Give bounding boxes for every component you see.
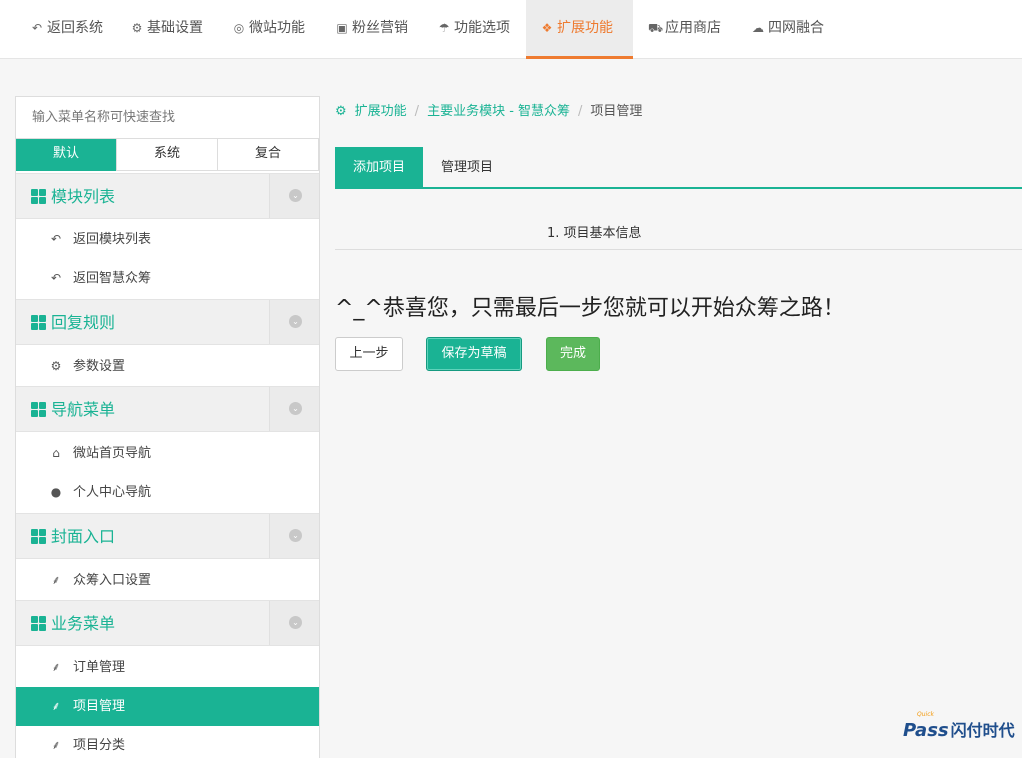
sidebar-item-parameter-settings[interactable]: ⚙ 参数设置: [16, 347, 319, 386]
save-draft-button[interactable]: 保存为草稿: [426, 337, 522, 371]
gear-icon: ⚙: [50, 359, 62, 373]
breadcrumb-current: 项目管理: [590, 104, 643, 119]
sidebar-item-project-management[interactable]: ⸙ 项目管理: [16, 687, 319, 726]
chevron-down-icon: ⌄: [289, 315, 302, 328]
group-label: 模块列表: [51, 187, 116, 206]
filter-tab-system[interactable]: 系统: [116, 139, 218, 171]
project-tabs: 添加项目 管理项目: [335, 147, 1022, 189]
group-toggle[interactable]: ⌄: [269, 601, 319, 645]
breadcrumb-separator: /: [414, 104, 420, 119]
group-label: 业务菜单: [51, 614, 116, 633]
group-label: 封面入口: [51, 527, 116, 546]
grid-icon: [31, 315, 46, 330]
sidebar: 输入菜单名称可快速查找 默认 系统 复合 模块列表 ⌄ ↶ 返回模块列表 ↶ 返回智…: [15, 96, 320, 758]
reply-icon: ↶: [50, 232, 62, 246]
tab-add-project[interactable]: 添加项目: [335, 147, 423, 188]
filter-tabs: 默认 系统 复合: [16, 139, 319, 171]
grid-icon: [31, 189, 46, 204]
undo-icon: ↶: [31, 21, 43, 35]
watermark-cn: 闪付时代: [950, 721, 1015, 740]
grid-icon: [31, 616, 46, 631]
cloud-icon: ☁: [752, 21, 764, 35]
breadcrumb-separator: /: [578, 104, 583, 119]
nav-item-microsite[interactable]: ◎ 微站功能: [232, 0, 305, 59]
finish-button[interactable]: 完成: [546, 337, 600, 371]
congrats-message: ^_^恭喜您，只需最后一步您就可以开始众筹之路！: [335, 296, 845, 321]
group-module-list[interactable]: 模块列表 ⌄: [16, 173, 319, 219]
breadcrumb-module[interactable]: 主要业务模块 - 智慧众筹: [427, 104, 570, 119]
group-toggle[interactable]: ⌄: [269, 174, 319, 218]
chevron-down-icon: ⌄: [289, 616, 302, 629]
leaf-icon: ⸙: [51, 738, 61, 752]
chevron-down-icon: ⌄: [289, 529, 302, 542]
group-label: 回复规则: [51, 313, 116, 332]
cubes-icon: ❖: [541, 21, 553, 35]
breadcrumb-extensions[interactable]: 扩展功能: [355, 104, 407, 119]
group-toggle[interactable]: ⌄: [269, 387, 319, 431]
gear-icon: ⚙: [131, 21, 143, 35]
group-reply-rules[interactable]: 回复规则 ⌄: [16, 299, 319, 345]
nav-item-four-network[interactable]: ☁ 四网融合: [751, 0, 824, 59]
sidebar-item-order-management[interactable]: ⸙ 订单管理: [16, 648, 319, 687]
grid-icon: [31, 402, 46, 417]
top-nav: ↶ 返回系统 ⚙ 基础设置 ◎ 微站功能 ▣ 粉丝营销 ☂ 功能选项 ❖ 扩展功能 ⛟ 应用商…: [0, 0, 1022, 59]
nav-item-return-system[interactable]: ↶ 返回系统: [30, 0, 103, 59]
group-label: 导航菜单: [51, 400, 116, 419]
sidebar-item-return-module-list[interactable]: ↶ 返回模块列表: [16, 220, 319, 259]
home-icon: ⌂: [52, 446, 60, 460]
grid-icon: [31, 529, 46, 544]
nav-item-extensions[interactable]: ❖ 扩展功能: [526, 0, 633, 59]
umbrella-icon: ☂: [438, 21, 450, 35]
filter-tab-composite[interactable]: 复合: [217, 139, 319, 171]
breadcrumb: ⚙ 扩展功能 / 主要业务模块 - 智慧众筹 / 项目管理: [335, 102, 642, 122]
cart-icon: ⛟: [648, 21, 664, 35]
nav-item-fan-marketing[interactable]: ▣ 粉丝营销: [335, 0, 408, 59]
filter-tab-default[interactable]: 默认: [16, 139, 117, 171]
step-label: 1. 项目基本信息: [547, 226, 642, 241]
leaf-icon: ⸙: [51, 660, 61, 674]
leaf-icon: ⸙: [51, 699, 61, 713]
tab-manage-project[interactable]: 管理项目: [423, 147, 511, 188]
watermark-quick: Quick: [917, 711, 934, 718]
nav-item-app-store[interactable]: ⛟ 应用商店: [648, 0, 721, 59]
sidebar-item-user-center-nav[interactable]: ● 个人中心导航: [16, 473, 319, 512]
leaf-icon: ⸙: [51, 573, 61, 587]
chevron-down-icon: ⌄: [289, 402, 302, 415]
sidebar-item-homepage-nav[interactable]: ⌂ 微站首页导航: [16, 434, 319, 473]
sidebar-item-crowdfunding-entry[interactable]: ⸙ 众筹入口设置: [16, 561, 319, 600]
reply-icon: ↶: [50, 271, 62, 285]
nav-item-function-options[interactable]: ☂ 功能选项: [437, 0, 510, 59]
group-toggle[interactable]: ⌄: [269, 300, 319, 344]
sidebar-item-project-category[interactable]: ⸙ 项目分类: [16, 726, 319, 758]
sidebar-item-return-crowdfunding[interactable]: ↶ 返回智慧众筹: [16, 259, 319, 298]
group-nav-menu[interactable]: 导航菜单 ⌄: [16, 386, 319, 432]
gift-icon: ▣: [336, 21, 348, 35]
cogs-icon: ⚙: [335, 104, 347, 119]
user-icon: ●: [50, 485, 62, 499]
group-cover-entry[interactable]: 封面入口 ⌄: [16, 513, 319, 559]
menu-search-input[interactable]: 输入菜单名称可快速查找: [16, 97, 319, 139]
group-business-menu[interactable]: 业务菜单 ⌄: [16, 600, 319, 646]
chevron-down-icon: ⌄: [289, 189, 302, 202]
watermark-logo: Quick Pass 闪付时代: [903, 711, 1015, 741]
divider: [335, 249, 1022, 250]
nav-item-basic-settings[interactable]: ⚙ 基础设置: [130, 0, 203, 59]
watermark-brand: Pass: [903, 720, 949, 741]
lifebuoy-icon: ◎: [233, 21, 245, 35]
prev-step-button[interactable]: 上一步: [335, 337, 403, 371]
group-toggle[interactable]: ⌄: [269, 514, 319, 558]
